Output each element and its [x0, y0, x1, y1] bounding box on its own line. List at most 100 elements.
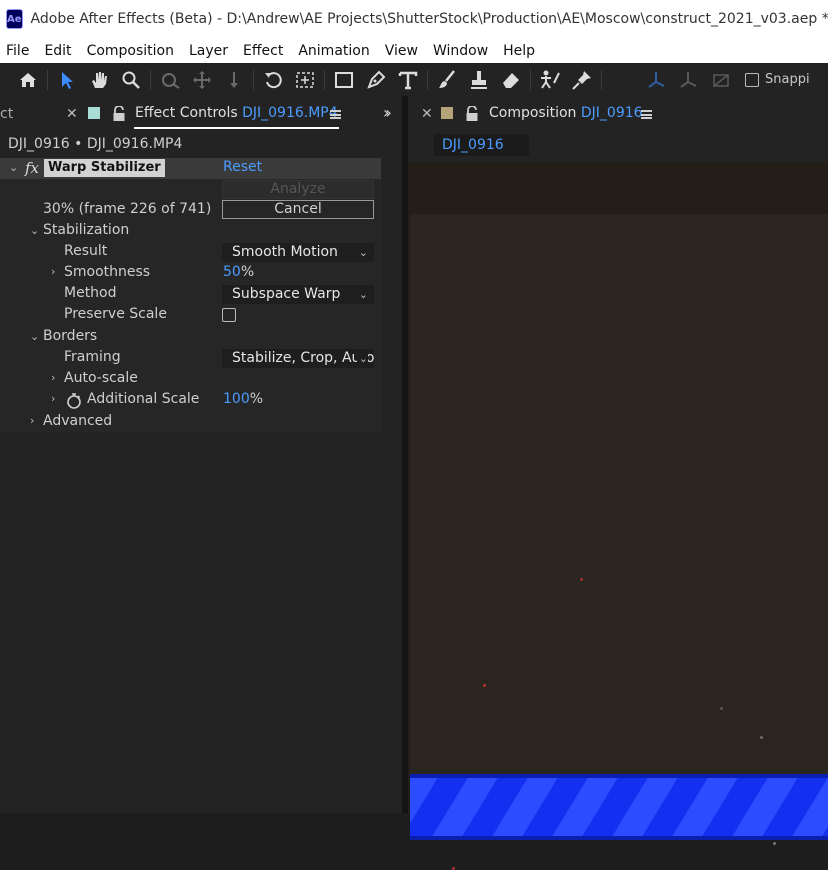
menu-bar: File Edit Composition Layer Effect Anima… — [0, 38, 828, 63]
rectangle-tool-icon[interactable] — [328, 64, 360, 96]
expand-chevron-icon[interactable]: › — [51, 371, 55, 384]
menu-help[interactable]: Help — [503, 43, 535, 59]
method-label: Method — [64, 285, 117, 301]
orbit-camera-icon[interactable] — [154, 64, 186, 96]
stabilization-group[interactable]: ⌄ Stabilization — [0, 221, 381, 242]
effect-controls-tab[interactable]: Effect Controls DJI_0916.MP4 — [135, 105, 338, 121]
dropdown-chevron-icon: ⌄ — [358, 246, 368, 259]
composition-panel: ✕ Composition DJI_0916 DJI_0916 — [408, 96, 828, 870]
additional-scale-number[interactable]: 100 — [223, 391, 250, 407]
title-bar: Ae Adobe After Effects (Beta) - D:\Andre… — [0, 0, 828, 38]
composition-viewer[interactable] — [408, 162, 828, 870]
eraser-tool-icon[interactable] — [495, 64, 527, 96]
expand-chevron-icon[interactable]: › — [51, 392, 55, 405]
framing-dropdown[interactable]: Stabilize, Crop, Auto ⌄ — [222, 349, 374, 368]
lock-icon[interactable] — [112, 106, 126, 122]
borders-label: Borders — [43, 328, 98, 344]
speck — [483, 684, 486, 687]
collapse-chevron-icon[interactable]: ⌄ — [30, 330, 39, 343]
axis-world-icon[interactable] — [673, 64, 705, 96]
auto-scale-label: Auto-scale — [64, 370, 138, 386]
analyze-button[interactable]: Analyze — [222, 180, 374, 199]
snapping-toggle[interactable]: Snappi — [745, 72, 810, 87]
result-dropdown[interactable]: Smooth Motion ⌄ — [222, 243, 374, 262]
additional-scale-value[interactable]: 100% — [223, 391, 263, 407]
framing-label: Framing — [64, 349, 121, 365]
speck — [580, 578, 583, 581]
roto-brush-icon[interactable] — [534, 64, 566, 96]
lock-icon[interactable] — [465, 106, 479, 122]
additional-scale-row: › Additional Scale 100% — [0, 390, 381, 411]
snapping-checkbox[interactable] — [745, 72, 759, 87]
effect-properties-list: ⌄ fx Warp Stabilizer Reset Analyze 30% (… — [0, 158, 381, 432]
toolbar-divider — [530, 69, 531, 90]
borders-group[interactable]: ⌄ Borders — [0, 327, 381, 348]
puppet-pin-icon[interactable] — [566, 64, 598, 96]
smoothness-value[interactable]: 50% — [223, 264, 254, 280]
result-row: Result Smooth Motion ⌄ — [0, 242, 381, 263]
pan-camera-icon[interactable] — [186, 64, 218, 96]
effect-controls-tab-bar: ct ✕ Effect Controls DJI_0916.MP4 ›› — [0, 96, 402, 132]
comp-flowchart-tab[interactable]: DJI_0916 — [434, 134, 529, 156]
method-value: Subspace Warp — [232, 286, 341, 302]
smoothness-number[interactable]: 50 — [223, 264, 241, 280]
previous-tab-fragment[interactable]: ct — [0, 106, 13, 122]
menu-window[interactable]: Window — [433, 43, 488, 59]
toolbar-divider — [427, 69, 428, 90]
composition-tab[interactable]: Composition DJI_0916 — [489, 105, 643, 121]
close-tab-icon[interactable]: ✕ — [421, 106, 433, 122]
stopwatch-icon[interactable] — [66, 392, 82, 409]
hand-tool-icon[interactable] — [83, 64, 115, 96]
expand-chevron-icon[interactable]: › — [30, 414, 34, 427]
advanced-group[interactable]: › Advanced — [0, 412, 381, 433]
close-tab-icon[interactable]: ✕ — [66, 106, 78, 122]
toolbar-divider — [601, 69, 602, 90]
menu-file[interactable]: File — [6, 43, 29, 59]
method-row: Method Subspace Warp ⌄ — [0, 284, 381, 305]
toolbar-divider — [47, 69, 48, 90]
menu-composition[interactable]: Composition — [87, 43, 174, 59]
dropdown-chevron-icon: ⌄ — [356, 349, 368, 368]
dolly-camera-icon[interactable] — [218, 64, 250, 96]
collapse-chevron-icon[interactable]: ⌄ — [30, 224, 39, 237]
cancel-button[interactable]: Cancel — [222, 200, 374, 219]
advanced-label: Advanced — [43, 413, 113, 429]
pen-tool-icon[interactable] — [360, 64, 392, 96]
axis-local-icon[interactable] — [641, 64, 673, 96]
speck — [773, 842, 776, 845]
panel-menu-icon[interactable] — [330, 110, 341, 119]
selection-tool-icon[interactable] — [51, 64, 83, 96]
fx-toggle-icon[interactable]: fx — [25, 159, 39, 177]
menu-animation[interactable]: Animation — [298, 43, 369, 59]
menu-edit[interactable]: Edit — [44, 43, 71, 59]
type-tool-icon[interactable] — [392, 64, 424, 96]
rotation-tool-icon[interactable] — [257, 64, 289, 96]
result-label: Result — [64, 243, 108, 259]
panel-menu-icon[interactable] — [641, 110, 652, 119]
zoom-tool-icon[interactable] — [115, 64, 147, 96]
tools-toolbar: Snappi — [0, 63, 828, 96]
stabilization-label: Stabilization — [43, 222, 130, 238]
framing-row: Framing Stabilize, Crop, Auto ⌄ — [0, 348, 381, 369]
effect-header-row[interactable]: ⌄ fx Warp Stabilizer Reset — [0, 158, 381, 179]
collapse-chevron-icon[interactable]: ⌄ — [9, 161, 18, 174]
menu-layer[interactable]: Layer — [189, 43, 228, 59]
composition-frame[interactable] — [410, 214, 828, 813]
menu-view[interactable]: View — [385, 43, 418, 59]
menu-effect[interactable]: Effect — [243, 43, 283, 59]
preserve-scale-checkbox[interactable] — [222, 308, 236, 322]
axis-view-icon[interactable] — [705, 64, 737, 96]
preserve-scale-label: Preserve Scale — [64, 306, 167, 322]
expand-chevron-icon[interactable]: › — [51, 265, 55, 278]
window-title: Adobe After Effects (Beta) - D:\Andrew\A… — [30, 11, 828, 27]
clone-stamp-icon[interactable] — [463, 64, 495, 96]
panel-overflow-icon[interactable]: ›› — [383, 103, 392, 122]
brush-tool-icon[interactable] — [431, 64, 463, 96]
pan-behind-icon[interactable] — [289, 64, 321, 96]
snapping-label: Snappi — [765, 72, 810, 87]
tab-layer-name: DJI_0916.MP4 — [242, 105, 338, 121]
method-dropdown[interactable]: Subspace Warp ⌄ — [222, 285, 374, 304]
reset-link[interactable]: Reset — [223, 159, 262, 175]
home-icon[interactable] — [12, 64, 44, 96]
analyze-row: Analyze — [0, 179, 381, 200]
